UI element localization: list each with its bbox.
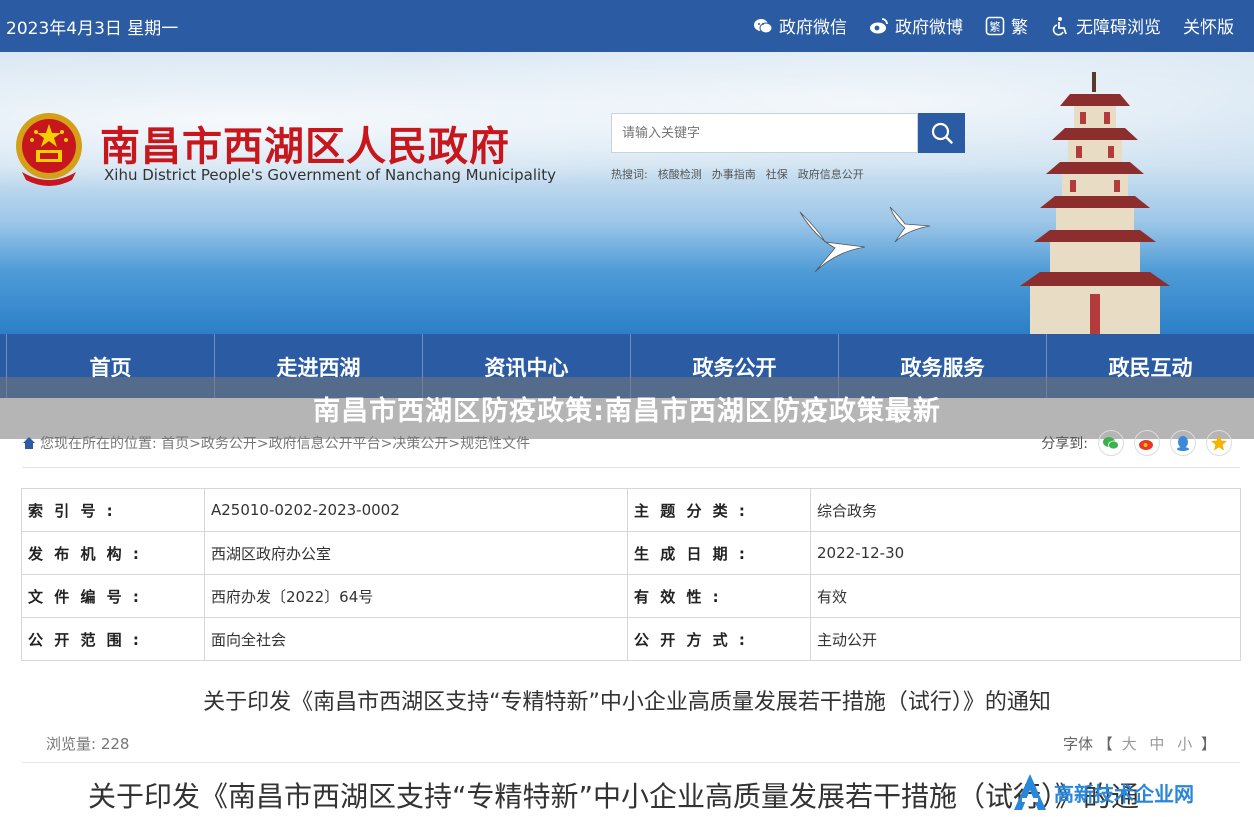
share-label: 分享到:: [1041, 436, 1088, 452]
view-count-value: 228: [100, 735, 130, 753]
font-size-bracket-open: 【: [1097, 735, 1113, 753]
search-box: [611, 113, 918, 153]
search-icon: [931, 122, 953, 144]
font-size-large[interactable]: 大: [1122, 735, 1137, 753]
watermark-logo-icon: [1014, 774, 1046, 810]
breadcrumb-divider: [22, 467, 1240, 468]
document-info-table: 索 引 号 : A25010-0202-2023-0002 主 题 分 类 : …: [21, 488, 1241, 661]
share-weibo-button[interactable]: [1134, 430, 1160, 456]
hot-word-social-security[interactable]: 社保: [766, 166, 788, 182]
table-key: 索 引 号 :: [21, 488, 205, 532]
breadcrumb: 您现在所在的位置: 首页>政务公开>政府信息公开平台>决策公开>规范性文件: [22, 433, 530, 453]
share-qq-button[interactable]: [1170, 430, 1196, 456]
national-emblem-icon: [16, 113, 82, 186]
table-row: 公 开 范 围 : 面向全社会 公 开 方 式 : 主动公开: [21, 617, 1241, 661]
top-bar: 2023年4月3日 星期一 政府微信 政府微博 繁 繁 无障碍浏览 关怀版: [0, 0, 1254, 52]
hot-word-nucleic-test[interactable]: 核酸检测: [658, 166, 702, 182]
table-value: 综合政务: [810, 488, 1241, 532]
star-icon: [1211, 435, 1227, 451]
view-count-label: 浏览量:: [46, 735, 97, 753]
table-value: 西湖区政府办公室: [204, 531, 628, 575]
crane-birds-image: [799, 206, 931, 273]
font-size-bracket-close: 】: [1200, 735, 1216, 753]
care-version-label: 关怀版: [1183, 18, 1234, 38]
font-size-small[interactable]: 小: [1177, 735, 1192, 753]
table-value: 面向全社会: [204, 617, 628, 661]
table-key: 有 效 性 :: [627, 574, 811, 618]
content-divider: [22, 762, 1240, 763]
table-key: 主 题 分 类 :: [627, 488, 811, 532]
gov-weibo-link[interactable]: 政府微博: [869, 13, 963, 38]
traditional-chinese-link[interactable]: 繁 繁: [985, 13, 1028, 38]
site-title: 南昌市西湖区人民政府: [100, 123, 510, 170]
wechat-icon: [1103, 437, 1119, 450]
share-qzone-button[interactable]: [1206, 430, 1232, 456]
svg-text:繁: 繁: [990, 19, 1001, 33]
document-title: 关于印发《南昌市西湖区支持“专精特新”中小企业高质量发展若干措施（试行）》的通知: [203, 690, 1051, 715]
site-subtitle: Xihu District People's Government of Nan…: [104, 166, 556, 184]
table-row: 文 件 编 号 : 西府办发〔2022〕64号 有 效 性 : 有效: [21, 574, 1241, 618]
watermark-text: 高新技术企业网: [1054, 781, 1194, 806]
accessibility-icon: [1052, 16, 1067, 36]
watermark: 高新技术企业网: [1012, 768, 1252, 816]
font-size-label: 字体: [1063, 735, 1094, 753]
table-key: 公 开 方 式 :: [627, 617, 811, 661]
top-links: 政府微信 政府微博 繁 繁 无障碍浏览 关怀版: [753, 13, 1234, 38]
care-version-link[interactable]: 关怀版: [1183, 13, 1234, 38]
weibo-icon: [870, 17, 888, 33]
font-size-medium[interactable]: 中: [1149, 735, 1164, 753]
hot-word-gov-info[interactable]: 政府信息公开: [798, 166, 864, 182]
hot-words: 热搜词: 核酸检测 办事指南 社保 政府信息公开: [611, 166, 864, 182]
share-bar: 分享到:: [1041, 430, 1232, 456]
search-input[interactable]: [612, 114, 917, 152]
font-size-control: 字体 【 大 中 小 】: [1063, 733, 1216, 754]
qq-icon: [1177, 436, 1189, 451]
wechat-icon: [754, 18, 773, 33]
breadcrumb-text[interactable]: 您现在所在的位置: 首页>政务公开>政府信息公开平台>决策公开>规范性文件: [40, 433, 530, 453]
table-row: 发 布 机 构 : 西湖区政府办公室 生 成 日 期 : 2022-12-30: [21, 531, 1241, 575]
current-date: 2023年4月3日 星期一: [6, 19, 179, 39]
header-banner: 南昌市西湖区人民政府 Xihu District People's Govern…: [0, 52, 1254, 334]
table-key: 生 成 日 期 :: [627, 531, 811, 575]
accessibility-link[interactable]: 无障碍浏览: [1050, 13, 1161, 38]
table-value: 2022-12-30: [810, 531, 1241, 575]
share-wechat-button[interactable]: [1098, 430, 1124, 456]
table-key: 文 件 编 号 :: [21, 574, 205, 618]
weibo-icon: [1139, 440, 1153, 450]
gov-weibo-label: 政府微博: [895, 18, 963, 38]
table-value: 主动公开: [810, 617, 1241, 661]
hot-word-service-guide[interactable]: 办事指南: [712, 166, 756, 182]
view-count: 浏览量: 228: [46, 733, 129, 754]
traditional-chinese-icon: 繁: [985, 16, 1005, 35]
gov-wechat-link[interactable]: 政府微信: [753, 13, 847, 38]
table-row: 索 引 号 : A25010-0202-2023-0002 主 题 分 类 : …: [21, 488, 1241, 532]
pagoda-image: [1020, 72, 1170, 334]
accessibility-label: 无障碍浏览: [1076, 18, 1161, 38]
home-icon: [23, 437, 35, 449]
traditional-chinese-label: 繁: [1011, 18, 1028, 38]
hot-words-label: 热搜词:: [611, 168, 648, 181]
table-key: 公 开 范 围 :: [21, 617, 205, 661]
table-value: 西府办发〔2022〕64号: [204, 574, 628, 618]
table-key: 发 布 机 构 :: [21, 531, 205, 575]
table-value: A25010-0202-2023-0002: [204, 488, 628, 532]
table-value: 有效: [810, 574, 1241, 618]
search-button[interactable]: [918, 113, 965, 153]
overlay-title: 南昌市西湖区防疫政策:南昌市西湖区防疫政策最新: [313, 395, 941, 427]
gov-wechat-label: 政府微信: [779, 18, 847, 38]
